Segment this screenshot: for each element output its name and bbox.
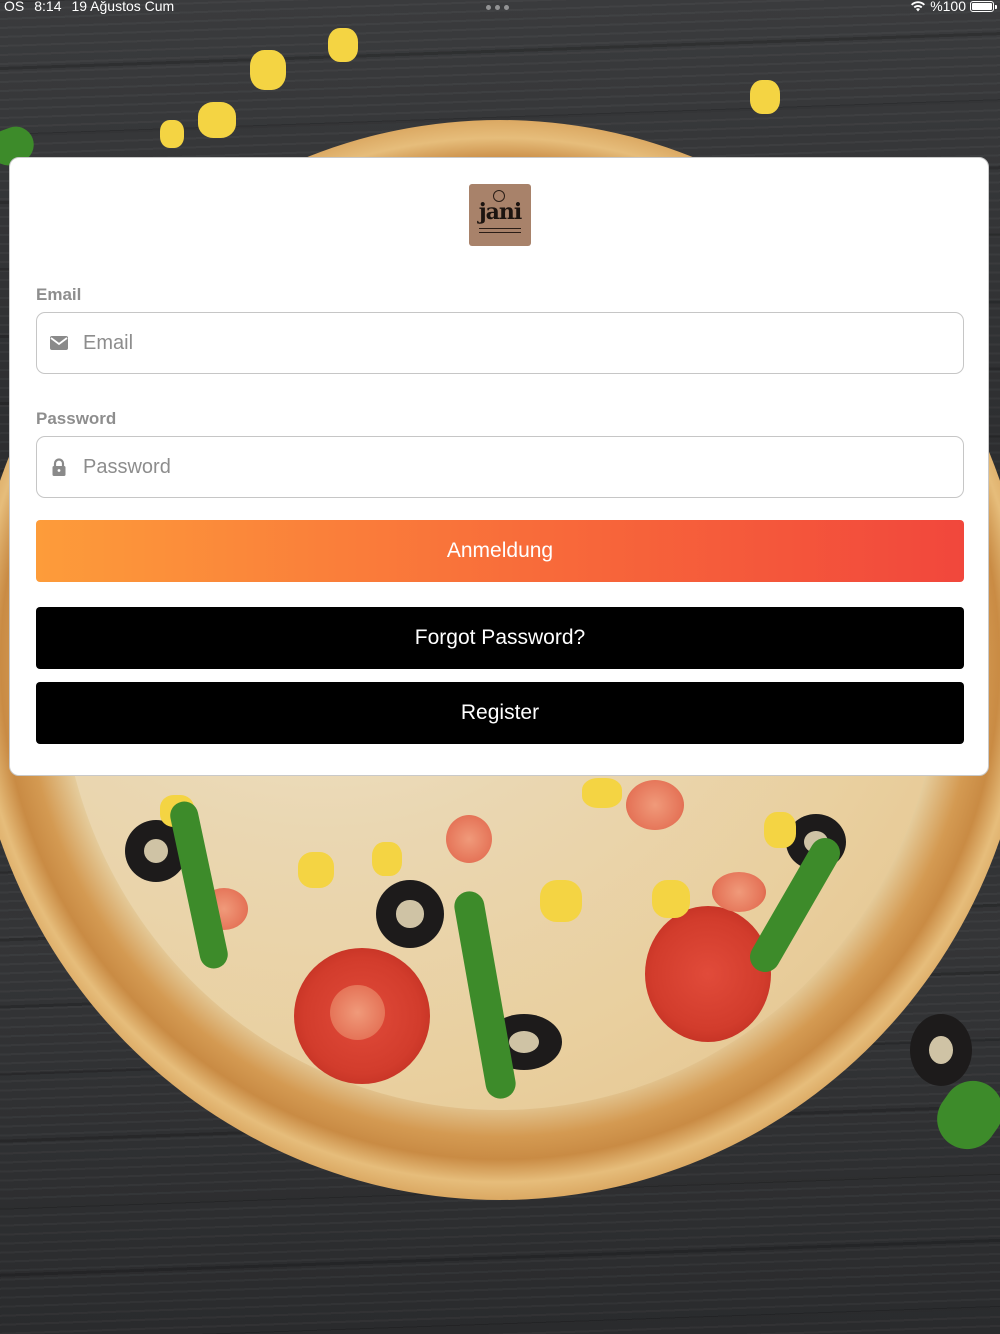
- email-label: Email: [36, 285, 82, 304]
- logo-text: jani: [478, 199, 523, 225]
- corn-topping: [160, 120, 184, 148]
- sausage-topping: [712, 872, 766, 912]
- login-card: jani Email Password Anmeldung Forgot Pas…: [9, 157, 989, 776]
- sausage-topping: [626, 780, 684, 830]
- olive-topping: [910, 1014, 972, 1086]
- email-input[interactable]: [81, 313, 955, 373]
- status-bar: OS 8:14 19 Ağustos Cum %100: [0, 0, 1000, 16]
- logo-rule: [479, 232, 521, 233]
- corn-topping: [250, 50, 286, 90]
- pepperoni-topping: [645, 906, 771, 1042]
- corn-topping: [298, 852, 334, 888]
- corn-topping: [198, 102, 236, 138]
- multitasking-dots[interactable]: [486, 5, 514, 11]
- corn-topping: [582, 778, 622, 808]
- battery-percent: %100: [930, 0, 966, 14]
- password-field-container[interactable]: [36, 436, 964, 498]
- sausage-topping: [330, 985, 385, 1040]
- battery-icon: [970, 0, 997, 12]
- password-label: Password: [36, 409, 117, 428]
- carrier-label: OS: [4, 0, 25, 14]
- jani-logo: jani: [469, 184, 531, 246]
- corn-topping: [328, 28, 358, 62]
- olive-topping: [376, 880, 444, 948]
- corn-topping: [764, 812, 796, 848]
- battery-fill: [972, 2, 992, 10]
- corn-topping: [540, 880, 582, 922]
- forgot-password-button[interactable]: Forgot Password?: [36, 607, 964, 669]
- status-right: %100: [910, 0, 997, 14]
- corn-topping: [372, 842, 402, 876]
- register-button[interactable]: Register: [36, 682, 964, 744]
- corn-topping: [652, 880, 690, 918]
- email-field-container[interactable]: [36, 312, 964, 374]
- status-time: 8:14: [34, 0, 62, 14]
- envelope-icon: [50, 336, 68, 350]
- wifi-icon: [911, 1, 926, 12]
- status-left: OS 8:14 19 Ağustos Cum: [4, 0, 184, 14]
- sausage-topping: [446, 815, 492, 863]
- logo-rule: [479, 228, 521, 229]
- login-screen: OS 8:14 19 Ağustos Cum %100 jani Email E…: [0, 0, 1000, 1334]
- login-button[interactable]: Anmeldung: [36, 520, 964, 582]
- lock-icon: [52, 458, 66, 476]
- password-input[interactable]: [81, 437, 955, 497]
- status-date: 19 Ağustos Cum: [71, 0, 175, 14]
- corn-topping: [750, 80, 780, 114]
